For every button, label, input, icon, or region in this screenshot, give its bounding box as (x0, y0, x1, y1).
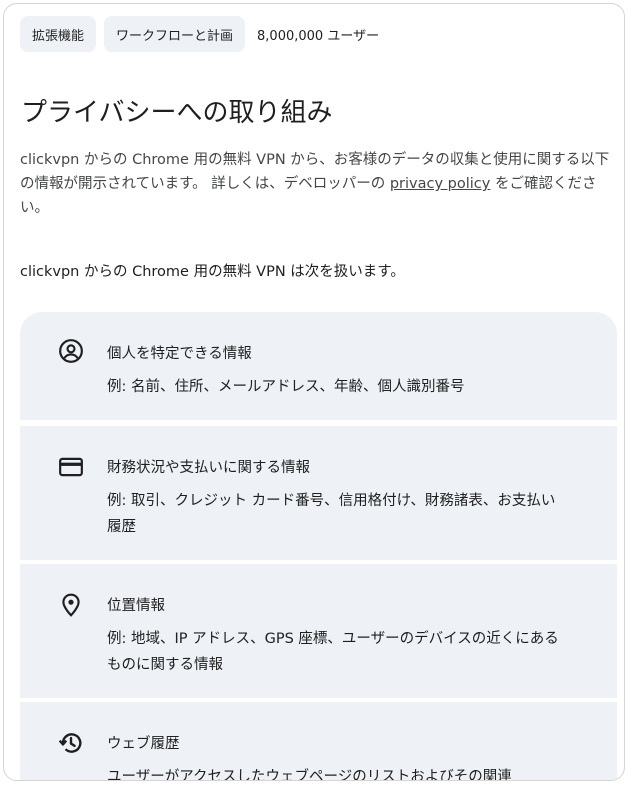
privacy-intro: clickvpn からの Chrome 用の無料 VPN から、お客様のデータの… (20, 148, 612, 220)
header-chips: 拡張機能 ワークフローと計画 8,000,000 ユーザー (20, 16, 379, 52)
user-count: 8,000,000 ユーザー (257, 28, 380, 44)
chip-label: 拡張機能 (32, 28, 85, 44)
category-label: 位置情報 (107, 598, 165, 614)
category-card-location: 位置情報 例: 地域、IP アドレス、GPS 座標、ユーザーのデバイスの近くにあ… (20, 564, 617, 698)
category-description: 例: 取引、クレジット カード番号、信用格付け、財務諸表、お支払い履歴 (107, 493, 556, 535)
privacy-policy-link[interactable]: privacy policy (390, 176, 491, 192)
credit-card-icon (59, 457, 83, 477)
privacy-panel: 拡張機能 ワークフローと計画 8,000,000 ユーザー プライバシーへの取り… (3, 3, 625, 781)
chip-label: ワークフローと計画 (116, 28, 234, 44)
page-title: プライバシーへの取り組み (21, 98, 333, 128)
account-circle-icon (59, 339, 83, 363)
category-description: 例: 地域、IP アドレス、GPS 座標、ユーザーのデバイスの近くにあるものに関… (107, 631, 559, 673)
category-label: 財務状況や支払いに関する情報 (107, 460, 310, 476)
category-description: 例: 名前、住所、メールアドレス、年齢、個人識別番号 (107, 379, 465, 395)
category-label: ウェブ履歴 (107, 736, 180, 752)
history-icon (58, 733, 82, 753)
chip-extensions[interactable]: 拡張機能 (20, 16, 97, 52)
category-card-personal-info: 個人を特定できる情報 例: 名前、住所、メールアドレス、年齢、個人識別番号 (20, 312, 617, 420)
category-card-financial-info: 財務状況や支払いに関する情報 例: 取引、クレジット カード番号、信用格付け、財… (20, 426, 617, 560)
category-label: 個人を特定できる情報 (107, 346, 252, 362)
category-card-web-history: ウェブ履歴 ユーザーがアクセスしたウェブページのリストおよびその関連 (20, 702, 617, 781)
location-pin-icon (62, 593, 80, 617)
handles-heading: clickvpn からの Chrome 用の無料 VPN は次を扱います。 (20, 264, 405, 280)
chip-workflow-planning[interactable]: ワークフローと計画 (104, 16, 246, 52)
category-description: ユーザーがアクセスしたウェブページのリストおよびその関連 (107, 769, 512, 781)
